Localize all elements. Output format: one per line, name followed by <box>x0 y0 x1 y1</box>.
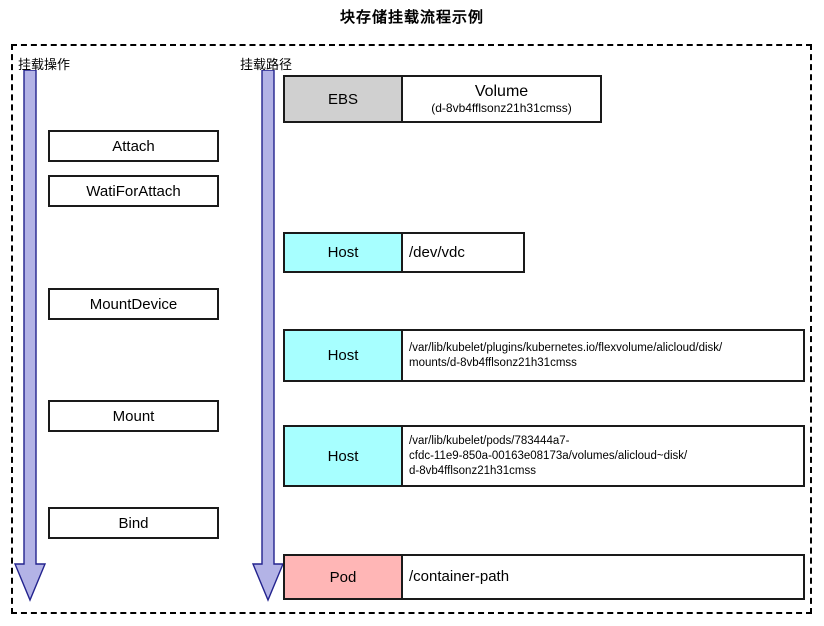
path-value-host-pods: /var/lib/kubelet/pods/783444a7- cfdc-11e… <box>403 427 803 485</box>
operation-label: Mount <box>112 407 155 425</box>
operation-label: MountDevice <box>89 295 178 313</box>
path-value-pod-container: /container-path <box>403 556 803 598</box>
path-row-host-dev[interactable]: Host /dev/vdc <box>283 232 525 273</box>
path-label-text: Pod <box>329 568 357 586</box>
path-label-text: Host <box>327 447 359 465</box>
path-row-host-flexvolume[interactable]: Host /var/lib/kubelet/plugins/kubernetes… <box>283 329 805 382</box>
operation-box-watiforattach[interactable]: WatiForAttach <box>48 175 219 207</box>
down-arrow-icon-operation <box>14 70 48 605</box>
operation-label: WatiForAttach <box>86 182 181 200</box>
device-path: /dev/vdc <box>409 243 465 261</box>
container-path: /container-path <box>409 568 510 585</box>
path-value-ebs: Volume (d-8vb4fflsonz21h31cmss) <box>403 77 600 121</box>
page-title: 块存储挂载流程示例 <box>339 9 484 26</box>
volume-title: Volume <box>474 83 529 100</box>
path-label-text: EBS <box>327 90 358 108</box>
path-label-host: Host <box>285 331 403 380</box>
volume-id: (d-8vb4fflsonz21h31cmss) <box>431 101 572 115</box>
path-label-ebs: EBS <box>285 77 403 121</box>
path-line: /var/lib/kubelet/pods/783444a7- <box>409 434 570 447</box>
path-value-host-flexvolume: /var/lib/kubelet/plugins/kubernetes.io/f… <box>403 331 803 380</box>
path-label-text: Host <box>327 347 359 364</box>
path-label-text: Host <box>327 244 359 261</box>
operation-label: Attach <box>112 137 155 155</box>
path-row-pod-container[interactable]: Pod /container-path <box>283 554 805 600</box>
operation-label: Bind <box>118 514 149 532</box>
operation-box-mountdevice[interactable]: MountDevice <box>48 288 219 320</box>
operation-box-bind[interactable]: Bind <box>48 507 219 539</box>
down-arrow-icon-path <box>252 70 286 605</box>
path-line: mounts/d-8vb4fflsonz21h31cmss <box>409 356 577 369</box>
diagram-canvas: 块存储挂载流程示例 挂载操作 挂载路径 Attach WatiForAttach… <box>0 0 824 626</box>
path-row-host-pods[interactable]: Host /var/lib/kubelet/pods/783444a7- cfd… <box>283 425 805 487</box>
path-label-host: Host <box>285 234 403 271</box>
operation-box-mount[interactable]: Mount <box>48 400 219 432</box>
path-line: /var/lib/kubelet/plugins/kubernetes.io/f… <box>409 341 723 354</box>
path-value-host-dev: /dev/vdc <box>403 234 523 271</box>
path-row-ebs-volume[interactable]: EBS Volume (d-8vb4fflsonz21h31cmss) <box>283 75 602 123</box>
path-label-host: Host <box>285 427 403 485</box>
path-line: cfdc-11e9-850a-00163e08173a/volumes/alic… <box>409 449 688 462</box>
operation-box-attach[interactable]: Attach <box>48 130 219 162</box>
path-label-pod: Pod <box>285 556 403 598</box>
path-line: d-8vb4fflsonz21h31cmss <box>409 464 536 477</box>
